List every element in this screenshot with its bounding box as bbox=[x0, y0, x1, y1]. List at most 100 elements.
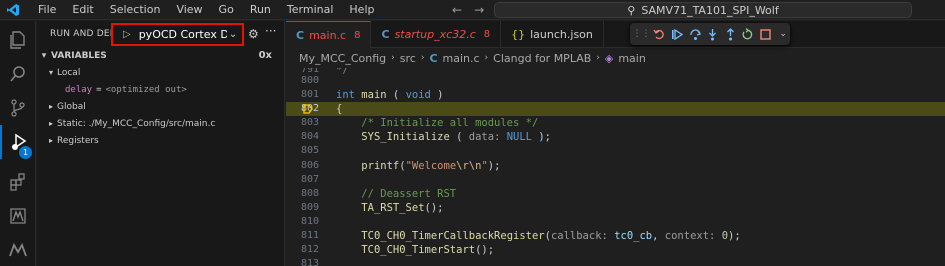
tab-startup-xc32-c[interactable]: C startup_xc32.c 8 bbox=[371, 21, 502, 48]
source-control-icon[interactable] bbox=[0, 91, 36, 125]
chevron-down-icon[interactable]: ⌄ bbox=[229, 29, 237, 40]
line-number: 791 bbox=[300, 68, 319, 75]
code-line[interactable]: 802{ bbox=[286, 102, 945, 117]
line-number: 812 bbox=[300, 244, 319, 256]
editor-area: C main.c 8 C startup_xc32.c 8 {} launch.… bbox=[286, 21, 945, 266]
title-bar: File Edit Selection View Go Run Terminal… bbox=[0, 0, 945, 20]
code-line[interactable]: 810 bbox=[286, 215, 945, 229]
scope-global[interactable]: ▸ Global bbox=[37, 98, 284, 115]
code-text: TC0_CH0_TimerStart(); bbox=[361, 244, 495, 257]
sidebar-header: RUN AND DEBUG ▷ pyOCD Cortex Debug ⌄ ⚙ ·… bbox=[37, 21, 284, 47]
search-icon: ⚲ bbox=[627, 3, 636, 17]
stop-icon[interactable] bbox=[759, 27, 773, 42]
menu-help[interactable]: Help bbox=[341, 0, 382, 20]
line-number: 813 bbox=[300, 258, 319, 266]
restart-frame-icon[interactable] bbox=[653, 27, 667, 42]
tab-main-c[interactable]: C main.c 8 bbox=[286, 21, 372, 48]
restart-icon[interactable] bbox=[741, 27, 755, 42]
start-debug-icon[interactable]: ▷ bbox=[123, 29, 131, 40]
line-number: 809 bbox=[300, 201, 319, 213]
code-line[interactable]: 800 bbox=[286, 74, 945, 88]
menu-view[interactable]: View bbox=[168, 0, 210, 20]
chevron-right-icon: › bbox=[391, 53, 395, 63]
menu-file[interactable]: File bbox=[30, 0, 64, 20]
debug-toolbar: ⋮⋮ ⌄ bbox=[630, 23, 790, 45]
step-over-icon[interactable] bbox=[688, 27, 702, 42]
explorer-icon[interactable] bbox=[0, 23, 36, 57]
chevron-right-icon: ▸ bbox=[48, 102, 53, 111]
chevron-down-icon: ▾ bbox=[48, 68, 53, 77]
scope-registers[interactable]: ▸ Registers bbox=[37, 132, 284, 149]
problem-count: 8 bbox=[354, 29, 361, 41]
variables-section-header[interactable]: ▾ VARIABLES 0x bbox=[37, 47, 284, 64]
more-actions-icon[interactable]: ··· bbox=[265, 24, 276, 38]
variable-row[interactable]: delay = <optimized out> bbox=[37, 81, 284, 98]
chevron-down-icon[interactable]: ⌄ bbox=[776, 27, 790, 42]
step-out-icon[interactable] bbox=[724, 27, 738, 42]
breadcrumb-file[interactable]: main.c bbox=[443, 52, 480, 65]
scope-global-label: Global bbox=[57, 101, 86, 112]
mplab-icon[interactable] bbox=[0, 199, 36, 233]
scope-static-label: Static: ./My_MCC_Config/src/main.c bbox=[57, 118, 216, 129]
tab-launch-json[interactable]: {} launch.json bbox=[501, 21, 604, 48]
editor-tabs: C main.c 8 C startup_xc32.c 8 {} launch.… bbox=[286, 21, 945, 48]
symbol-function-icon: ◈ bbox=[604, 51, 614, 65]
microchip-icon[interactable] bbox=[0, 233, 36, 266]
forward-arrow-icon[interactable]: → bbox=[474, 3, 484, 17]
code-line[interactable]: 811 TC0_CH0_TimerCallbackRegister(callba… bbox=[286, 229, 945, 243]
grip-icon[interactable]: ⋮⋮ bbox=[633, 27, 651, 42]
line-number: 804 bbox=[300, 131, 319, 143]
run-debug-icon[interactable]: 1 bbox=[0, 125, 36, 159]
code-text: // Deassert RST bbox=[336, 187, 457, 200]
code-line[interactable]: 804 SYS_Initialize ( data: NULL ); bbox=[286, 130, 945, 144]
code-line[interactable]: 812 TC0_CH0_TimerStart(); bbox=[286, 243, 945, 257]
code-line[interactable]: 809 TA_RST_Set(); bbox=[286, 201, 945, 215]
code-line[interactable]: 803 /* Initialize all modules */ bbox=[286, 116, 945, 130]
c-file-icon: C bbox=[429, 51, 438, 65]
vscode-logo-icon bbox=[2, 0, 24, 20]
line-number: 808 bbox=[300, 187, 319, 199]
problem-count: 8 bbox=[483, 29, 491, 40]
code-line[interactable]: 801 int main ( void ) bbox=[286, 88, 945, 102]
line-number: 811 bbox=[300, 230, 319, 242]
variable-name: delay bbox=[65, 84, 93, 95]
extensions-icon[interactable] bbox=[0, 165, 36, 199]
tab-label: startup_xc32.c bbox=[394, 28, 476, 41]
line-number: 800 bbox=[300, 75, 319, 86]
step-into-icon[interactable] bbox=[706, 27, 720, 42]
menu-edit[interactable]: Edit bbox=[64, 0, 101, 20]
chevron-right-icon: ▸ bbox=[48, 119, 53, 128]
menu-selection[interactable]: Selection bbox=[102, 0, 169, 20]
code-line[interactable]: 806 printf("Welcome\r\n"); bbox=[286, 159, 945, 173]
breadcrumb-src[interactable]: src bbox=[400, 52, 416, 65]
code-line[interactable]: 807 bbox=[286, 173, 945, 187]
variable-value: <optimized out> bbox=[105, 84, 187, 95]
code-editor[interactable]: 791 */ 800 801 int main ( void ) 802{803 /* I… bbox=[286, 68, 945, 266]
breadcrumb-language-server[interactable]: Clangd for MPLAB bbox=[493, 52, 591, 65]
launch-config-select[interactable]: ▷ pyOCD Cortex Debug ⌄ bbox=[111, 23, 244, 46]
menu-run[interactable]: Run bbox=[242, 0, 279, 20]
menu-go[interactable]: Go bbox=[211, 0, 242, 20]
code-line[interactable]: 805 bbox=[286, 144, 945, 158]
menu-terminal[interactable]: Terminal bbox=[279, 0, 342, 20]
scope-local[interactable]: ▾ Local bbox=[37, 64, 284, 81]
hex-toggle-button[interactable]: 0x bbox=[259, 50, 272, 61]
command-center[interactable]: ⚲ SAMV71_TA101_SPI_Wolf bbox=[494, 2, 912, 18]
breadcrumb-symbol[interactable]: main bbox=[618, 52, 645, 65]
chevron-right-icon: ▸ bbox=[48, 136, 53, 145]
line-number: 805 bbox=[300, 145, 319, 157]
back-arrow-icon[interactable]: ← bbox=[452, 3, 462, 17]
line-number: 810 bbox=[300, 215, 319, 227]
breadcrumb: My_MCC_Config › src › C main.c › Clangd … bbox=[286, 48, 945, 68]
json-file-icon: {} bbox=[511, 28, 526, 41]
breadcrumb-folder[interactable]: My_MCC_Config bbox=[299, 52, 386, 65]
code-line[interactable]: 813 bbox=[286, 257, 945, 266]
variables-title: VARIABLES bbox=[51, 50, 107, 61]
continue-icon[interactable] bbox=[671, 27, 685, 42]
code-text: { bbox=[336, 103, 343, 116]
scope-static[interactable]: ▸ Static: ./My_MCC_Config/src/main.c bbox=[37, 115, 284, 132]
search-icon[interactable] bbox=[0, 57, 36, 91]
gear-icon[interactable]: ⚙ bbox=[248, 27, 259, 41]
code-line[interactable]: 808 // Deassert RST bbox=[286, 187, 945, 201]
breakpoint-current-icon[interactable] bbox=[303, 104, 313, 114]
